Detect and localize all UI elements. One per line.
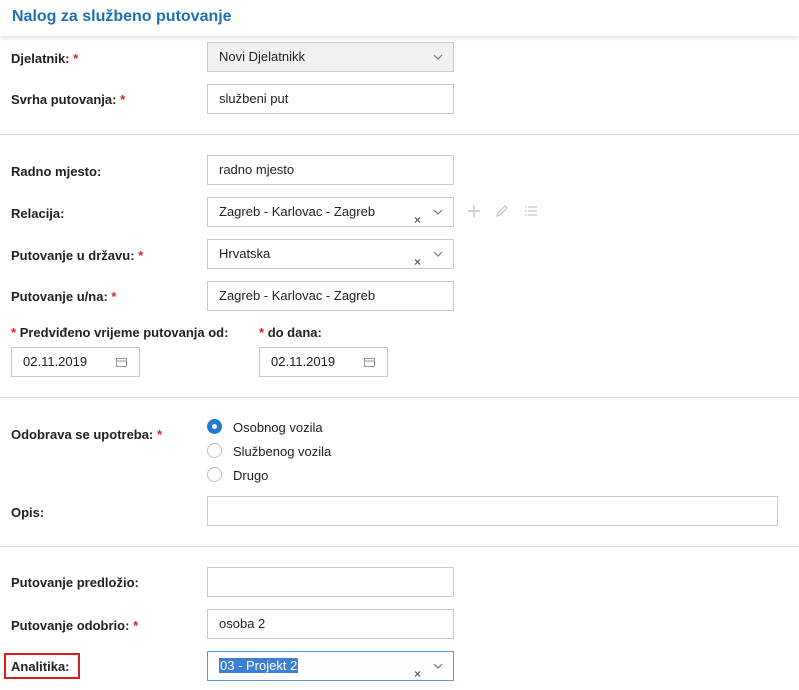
clear-icon[interactable]: × [414, 248, 421, 268]
purpose-label: Svrha putovanja: * [11, 92, 126, 107]
analytics-value: 03 - Projekt 2 [219, 658, 299, 673]
employee-label: Djelatnik: * [11, 51, 79, 66]
plus-icon[interactable] [467, 204, 481, 218]
radio-company-vehicle[interactable] [207, 443, 222, 458]
chevron-down-icon[interactable] [433, 207, 443, 217]
chevron-down-icon [433, 54, 443, 60]
radio-label-other: Drugo [233, 468, 269, 483]
workplace-input[interactable]: radno mjesto [207, 155, 454, 185]
date-from-label: * Predviđeno vrijeme putovanja od: [11, 325, 229, 340]
relation-select[interactable]: Zagreb - Karlovac - Zagreb × [207, 197, 454, 227]
chevron-down-icon[interactable] [433, 661, 443, 671]
approved-by-input[interactable]: osoba 2 [207, 609, 454, 639]
section-divider [0, 546, 799, 547]
radio-other[interactable] [207, 467, 222, 482]
calendar-icon[interactable] [364, 357, 375, 367]
date-to-input[interactable]: 02.11.2019 [259, 347, 388, 377]
country-label: Putovanje u državu: * [11, 248, 144, 263]
approved-by-label: Putovanje odobrio: * [11, 618, 139, 633]
destination-label: Putovanje u/na: * [11, 289, 117, 304]
page-header: Nalog za službeno putovanje [0, 0, 799, 36]
radio-label-company-vehicle: Službenog vozila [233, 444, 332, 459]
page-title: Nalog za službeno putovanje [12, 8, 232, 25]
destination-input[interactable]: Zagreb - Karlovac - Zagreb [207, 281, 454, 311]
purpose-input[interactable]: službeni put [207, 84, 454, 114]
chevron-down-icon[interactable] [433, 249, 443, 259]
section-divider [0, 397, 799, 398]
analytics-select[interactable]: 03 - Projekt 2 × [207, 651, 454, 681]
calendar-icon[interactable] [116, 357, 127, 367]
workplace-label: Radno mjesto: [11, 164, 102, 179]
description-label: Opis: [11, 505, 45, 520]
employee-select[interactable]: Novi Djelatnikk [207, 42, 454, 72]
country-select[interactable]: Hrvatska × [207, 239, 454, 269]
vehicle-label: Odobrava se upotreba: * [11, 427, 162, 442]
proposed-by-label: Putovanje predložio: [11, 575, 139, 590]
date-to-label: * do dana: [259, 325, 322, 340]
relation-label: Relacija: [11, 206, 65, 221]
radio-private-vehicle[interactable] [207, 419, 222, 434]
clear-icon[interactable]: × [414, 660, 421, 680]
date-from-input[interactable]: 02.11.2019 [11, 347, 140, 377]
radio-label-private-vehicle: Osobnog vozila [233, 420, 323, 435]
analytics-label: Analitika: [11, 659, 70, 674]
list-icon[interactable] [524, 204, 538, 218]
proposed-by-input[interactable] [207, 567, 454, 597]
clear-icon[interactable]: × [414, 206, 421, 226]
pencil-icon[interactable] [495, 204, 509, 218]
section-divider [0, 134, 799, 135]
description-input[interactable] [207, 496, 778, 526]
